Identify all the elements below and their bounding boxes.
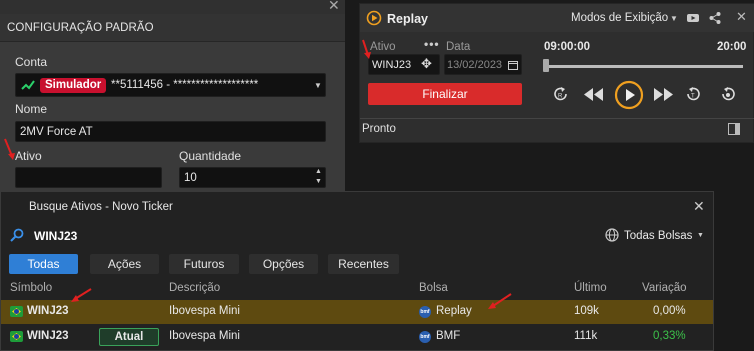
- config-top-strip: [0, 0, 345, 14]
- tab-futuros[interactable]: Futuros: [169, 254, 239, 274]
- search-icon: [10, 228, 24, 242]
- replay-ativo-field[interactable]: WINJ23 ✥: [368, 54, 440, 75]
- table-row[interactable]: WINJ23 Ibovespa Mini bmf Replay 109k 0,0…: [1, 300, 713, 324]
- modes-dropdown[interactable]: Modos de Exibição: [571, 12, 668, 24]
- col-header-bolsa[interactable]: Bolsa: [419, 282, 448, 294]
- row-bolsa: BMF: [436, 330, 461, 342]
- conta-label: Conta: [15, 55, 48, 69]
- svg-text:T: T: [691, 94, 695, 100]
- move-icon[interactable]: ✥: [421, 56, 432, 72]
- close-icon[interactable]: ✕: [328, 0, 340, 14]
- nome-field[interactable]: 2MV Force AT: [15, 121, 326, 142]
- replay-header: Replay Modos de Exibição ▼ ✕: [360, 4, 754, 32]
- replay-data-label: Data: [446, 41, 471, 53]
- svg-text:R: R: [558, 94, 563, 100]
- chevron-down-icon: ▼: [314, 81, 322, 90]
- config-titlebar: CONFIGURAÇÃO PADRÃO: [0, 14, 345, 42]
- brazil-flag-icon: [10, 331, 23, 342]
- replay-panel: Replay Modos de Exibição ▼ ✕ Ativo ••• D…: [359, 3, 754, 143]
- search-dialog: Busque Ativos - Novo Ticker ✕ WINJ23 Tod…: [0, 191, 714, 351]
- timeline-handle[interactable]: [543, 59, 549, 72]
- row-simbolo: WINJ23: [27, 305, 69, 317]
- speed-icon[interactable]: [718, 84, 738, 104]
- col-header-ultimo[interactable]: Último: [574, 282, 607, 294]
- col-header-variacao[interactable]: Variação: [642, 282, 687, 294]
- time-end: 20:00: [717, 41, 747, 53]
- replay-divider: [360, 118, 754, 119]
- nome-value: 2MV Force AT: [20, 126, 93, 138]
- timeline-track[interactable]: [545, 65, 743, 68]
- ativo-field[interactable]: [15, 167, 162, 188]
- row-simbolo: WINJ23: [27, 330, 69, 342]
- tab-acoes[interactable]: Ações: [90, 254, 159, 274]
- col-header-simbolo[interactable]: Símbolo: [10, 282, 52, 294]
- row-variacao: 0,00%: [653, 305, 686, 317]
- more-options-icon[interactable]: •••: [424, 37, 440, 51]
- skip-time-icon[interactable]: T: [683, 84, 703, 104]
- brazil-flag-icon: [10, 306, 23, 317]
- simulator-icon: [21, 80, 35, 90]
- annotation-arrow-icon: [71, 288, 92, 302]
- quantidade-label: Quantidade: [179, 149, 242, 163]
- tab-todas[interactable]: Todas: [9, 254, 78, 274]
- search-dialog-title: Busque Ativos - Novo Ticker: [29, 201, 173, 213]
- exchange-filter-dropdown[interactable]: Todas Bolsas: [624, 230, 692, 242]
- row-descricao: Ibovespa Mini: [169, 330, 240, 342]
- rewind-icon[interactable]: [584, 88, 604, 101]
- close-icon[interactable]: ✕: [736, 9, 747, 25]
- time-start: 09:00:00: [544, 41, 591, 53]
- replay-ativo-value: WINJ23: [372, 59, 412, 71]
- replay-ativo-label: Ativo: [370, 41, 396, 53]
- quantidade-value: 10: [184, 172, 197, 184]
- annotation-arrow-icon: [4, 138, 15, 160]
- simulator-badge: Simulador: [40, 78, 107, 93]
- search-input[interactable]: WINJ23: [34, 229, 77, 243]
- col-header-descricao[interactable]: Descrição: [169, 282, 220, 294]
- account-value: **5111456 - *******************: [111, 79, 259, 91]
- row-descricao: Ibovespa Mini: [169, 305, 240, 317]
- calendar-icon[interactable]: [508, 60, 518, 70]
- nome-label: Nome: [15, 102, 48, 116]
- restart-icon[interactable]: R: [551, 84, 571, 104]
- account-select[interactable]: Simulador **5111456 - ******************…: [15, 73, 326, 97]
- tab-recentes[interactable]: Recentes: [328, 254, 399, 274]
- tab-opcoes[interactable]: Opções: [249, 254, 318, 274]
- play-button[interactable]: [614, 80, 644, 110]
- replay-status: Pronto: [362, 123, 396, 135]
- config-title: CONFIGURAÇÃO PADRÃO: [7, 22, 154, 34]
- replay-play-icon: [366, 10, 382, 26]
- panel-toggle-icon[interactable]: [728, 123, 740, 135]
- stepper-down-icon[interactable]: ▼: [315, 178, 322, 185]
- fast-forward-icon[interactable]: [654, 88, 674, 101]
- share-icon[interactable]: [709, 12, 721, 24]
- finalizar-button[interactable]: Finalizar: [368, 83, 522, 105]
- bolsa-logo-icon: bmf: [419, 306, 431, 318]
- quantidade-stepper[interactable]: 10 ▲ ▼: [179, 167, 326, 188]
- video-icon[interactable]: [687, 13, 699, 23]
- current-badge: Atual: [99, 328, 159, 346]
- annotation-arrow-icon: [488, 293, 512, 309]
- chevron-down-icon[interactable]: ▼: [697, 232, 704, 239]
- stepper-up-icon[interactable]: ▲: [315, 168, 322, 175]
- config-panel: ✕ CONFIGURAÇÃO PADRÃO Conta Simulador **…: [0, 0, 345, 195]
- row-bolsa: Replay: [436, 305, 472, 317]
- table-row[interactable]: WINJ23 Atual Ibovespa Mini bmf BMF 111k …: [1, 325, 713, 349]
- replay-title: Replay: [387, 12, 428, 26]
- replay-data-value: 13/02/2023: [447, 59, 503, 71]
- row-ultimo: 109k: [574, 305, 599, 317]
- replay-data-field[interactable]: 13/02/2023: [444, 54, 522, 75]
- close-icon[interactable]: ✕: [693, 198, 705, 215]
- ativo-label: Ativo: [15, 149, 42, 163]
- row-ultimo: 111k: [574, 330, 598, 342]
- row-variacao: 0,33%: [653, 330, 686, 342]
- annotation-arrow-icon: [362, 39, 371, 59]
- chevron-down-icon[interactable]: ▼: [670, 14, 678, 23]
- bolsa-logo-icon: bmf: [419, 331, 431, 343]
- globe-icon: [605, 228, 619, 242]
